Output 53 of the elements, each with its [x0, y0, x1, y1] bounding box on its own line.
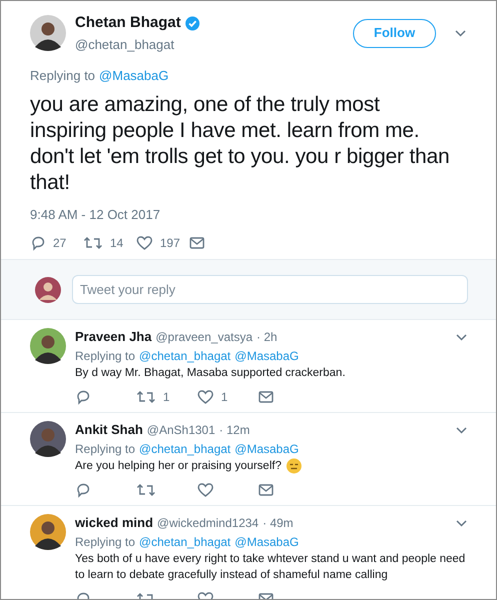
action-count: 27 [53, 235, 66, 252]
timestamp: 9:48 AM - 12 Oct 2017 [30, 206, 162, 224]
message-icon[interactable] [258, 483, 274, 497]
user-name[interactable]: Praveen Jha [75, 327, 152, 347]
mention-link[interactable]: @chetan_bhagat [139, 440, 231, 458]
message-icon[interactable] [258, 390, 274, 404]
reply-text: Are you helping her or praising yourself? [75, 459, 282, 474]
user-name[interactable]: Ankit Shah [75, 420, 143, 440]
replying-label: Replying to [30, 67, 96, 85]
emoji-icon [286, 458, 302, 474]
reply-text: Yes both of u have every right to take whtever stand u want and people need to learn to debate gracefully instead of shameful name calling [75, 552, 466, 583]
mention-link[interactable]: @chetan_bhagat [139, 533, 231, 551]
mention-link[interactable]: @MasabaG [234, 440, 299, 458]
message-icon[interactable] [189, 236, 205, 250]
avatar-icon [35, 276, 61, 302]
reply-icon[interactable] [75, 482, 91, 498]
heart-icon [197, 482, 214, 498]
retweet-icon[interactable] [136, 389, 156, 405]
replying-label: Replying to [75, 348, 136, 365]
follow-button[interactable]: Follow [353, 18, 436, 48]
retweet-icon[interactable] [83, 235, 103, 251]
retweet-icon[interactable] [136, 482, 156, 498]
post-time: · 49m [262, 515, 294, 532]
reply-icon[interactable] [30, 235, 46, 251]
mention-link[interactable]: @MasabaG [234, 533, 299, 551]
action-count: 1 [163, 389, 170, 406]
action-count: 197 [160, 235, 180, 252]
user-handle[interactable]: @chetan_bhagat [75, 34, 200, 54]
action-count: 14 [110, 235, 124, 252]
mention-link[interactable]: @MasabaG [234, 347, 299, 365]
heart-icon [136, 235, 153, 251]
user-handle[interactable]: @praveen_vatsya [156, 328, 253, 346]
reply-field[interactable]: Tweet your reply [72, 275, 468, 304]
post-time: · 12m [219, 422, 250, 439]
mention-link[interactable]: @MasabaG [99, 66, 169, 86]
replying-label: Replying to [75, 534, 136, 551]
avatar-icon [30, 514, 66, 550]
replying-label: Replying to [75, 441, 136, 458]
heart-icon [197, 389, 214, 405]
verified-badge-icon [184, 16, 200, 31]
avatar-icon [30, 421, 66, 457]
avatar-icon [30, 328, 66, 364]
avatar-icon [30, 15, 66, 51]
mention-link[interactable]: @chetan_bhagat [139, 347, 231, 365]
user-handle[interactable]: @AnSh1301 [146, 421, 216, 439]
post-time: · 2h [256, 329, 278, 346]
user-name[interactable]: wicked mind [75, 513, 154, 533]
reply-text: By d way Mr. Bhagat, Masaba supported crackerban. [75, 366, 346, 381]
action-count: 1 [221, 389, 228, 406]
tweet-text: you are amazing, one of the truly most inspiring people I have met. learn from me. don't let 'em trolls get to you. you r bigger than that! [30, 92, 450, 196]
user-handle[interactable]: @wickedmind1234 [157, 514, 259, 532]
reply-icon[interactable] [75, 389, 91, 405]
user-name[interactable]: Chetan Bhagat [75, 12, 181, 34]
